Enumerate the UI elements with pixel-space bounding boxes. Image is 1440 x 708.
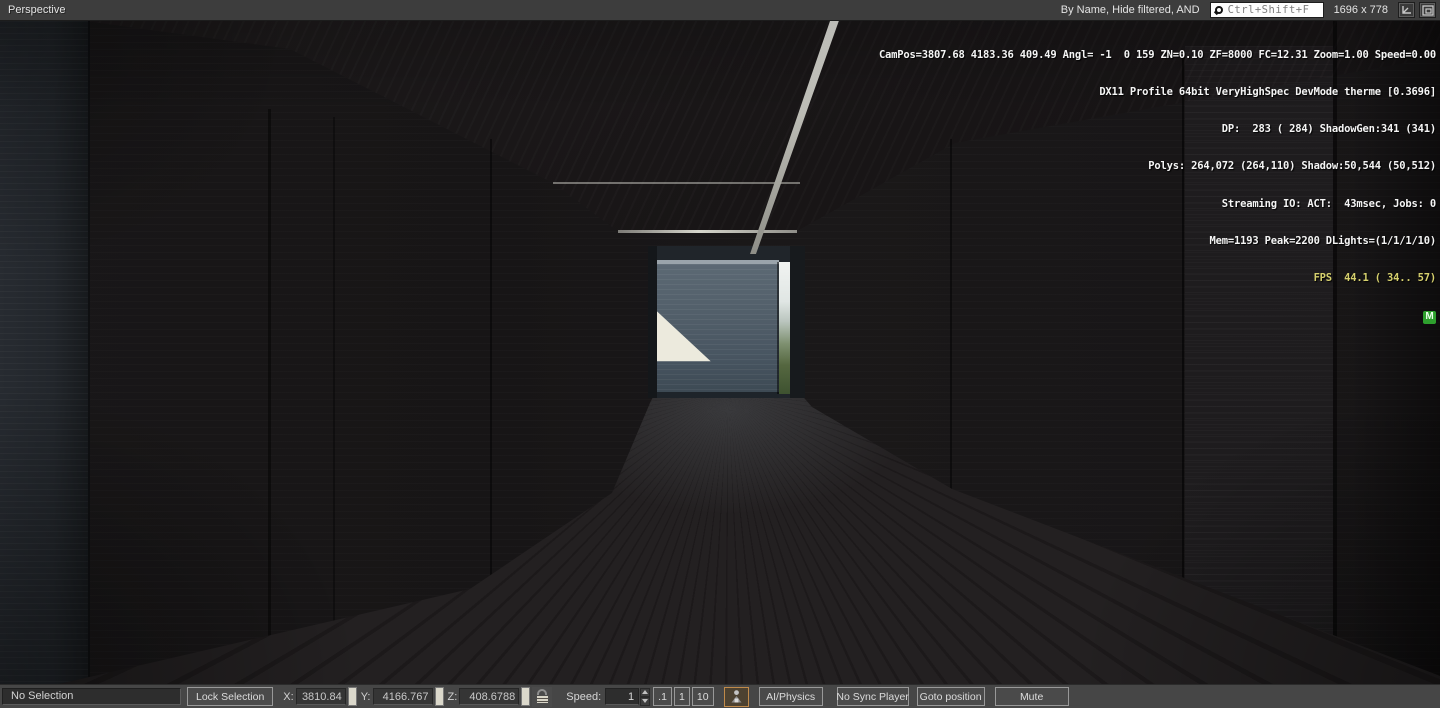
search-icon	[1214, 6, 1223, 14]
y-coordinate-input[interactable]	[372, 688, 433, 705]
z-coordinate-spinner[interactable]	[521, 687, 531, 706]
camera-axis-icon	[1402, 5, 1411, 14]
speed-spinner	[640, 687, 651, 706]
viewport-header-controls: By Name, Hide filtered, AND 1696 x 778	[1061, 2, 1440, 18]
simulate-physics-toggle[interactable]	[723, 686, 749, 707]
goto-position-button[interactable]: Goto position	[916, 687, 985, 706]
speed-label: Speed:	[566, 690, 602, 703]
y-coordinate-spinner[interactable]	[434, 687, 444, 706]
maximize-viewport-button[interactable]	[1419, 2, 1436, 18]
search-input[interactable]	[1227, 4, 1319, 16]
coordinate-lock-button[interactable]	[532, 686, 553, 707]
person-figure-icon	[731, 690, 742, 703]
viewport-resolution-label: 1696 x 778	[1333, 4, 1388, 16]
speed-preset-1-button[interactable]: 1	[673, 687, 690, 706]
speed-input[interactable]	[605, 688, 640, 705]
speed-increment-button[interactable]	[640, 687, 651, 697]
viewport-header: Perspective By Name, Hide filtered, AND …	[0, 0, 1440, 20]
stats-fps: FPS 44.1 ( 34.. 57)	[1313, 272, 1437, 285]
stats-profile: DX11 Profile 64bit VeryHighSpec DevMode …	[1099, 86, 1436, 99]
lock-selection-button[interactable]: Lock Selection	[187, 687, 274, 706]
monitor-badge-row: M	[879, 309, 1436, 325]
search-filter-options-label[interactable]: By Name, Hide filtered, AND	[1061, 4, 1200, 16]
stats-streaming: Streaming IO: ACT: 43msec, Jobs: 0	[1221, 197, 1436, 210]
status-bar: No Selection Lock Selection X: Y: Z: Spe…	[0, 684, 1440, 708]
z-coordinate-label: Z:	[447, 690, 458, 703]
z-coordinate-input[interactable]	[459, 688, 520, 705]
speed-decrement-button[interactable]	[640, 696, 651, 706]
stats-memory: Mem=1193 Peak=2200 DLights=(1/1/1/10)	[1209, 234, 1437, 247]
stats-campos: CamPos=3807.68 4183.36 409.49 Angl= -1 0…	[878, 48, 1436, 61]
viewport-type-label[interactable]: Perspective	[0, 4, 65, 16]
padlock-body	[535, 695, 549, 704]
stats-polys: Polys: 264,072 (264,110) Shadow:50,544 (…	[1148, 160, 1436, 173]
mute-button[interactable]: Mute	[994, 687, 1069, 706]
speed-preset-10-button[interactable]: 10	[691, 687, 714, 706]
perspective-viewport[interactable]: CamPos=3807.68 4183.36 409.49 Angl= -1 0…	[0, 20, 1440, 684]
y-coordinate-label: Y:	[360, 690, 371, 703]
selection-field[interactable]: No Selection	[2, 688, 181, 705]
x-coordinate-input[interactable]	[295, 688, 346, 705]
monitor-badge: M	[1423, 311, 1436, 325]
render-stats-overlay: CamPos=3807.68 4183.36 409.49 Angl= -1 0…	[879, 24, 1436, 349]
speed-preset-point1-button[interactable]: .1	[653, 687, 672, 706]
camera-axis-button[interactable]	[1398, 2, 1415, 18]
maximize-icon	[1421, 4, 1434, 16]
no-sync-player-button[interactable]: No Sync Player	[836, 687, 909, 706]
editor-window: Perspective By Name, Hide filtered, AND …	[0, 0, 1440, 708]
x-coordinate-spinner[interactable]	[347, 687, 357, 706]
x-coordinate-label: X:	[283, 690, 294, 703]
ai-physics-button[interactable]: AI/Physics	[758, 687, 823, 706]
arrow-up-icon	[642, 690, 649, 694]
search-box[interactable]	[1209, 2, 1324, 18]
arrow-down-icon	[642, 699, 649, 703]
stats-drawprims: DP: 283 ( 284) ShadowGen:341 (341)	[1221, 123, 1436, 136]
